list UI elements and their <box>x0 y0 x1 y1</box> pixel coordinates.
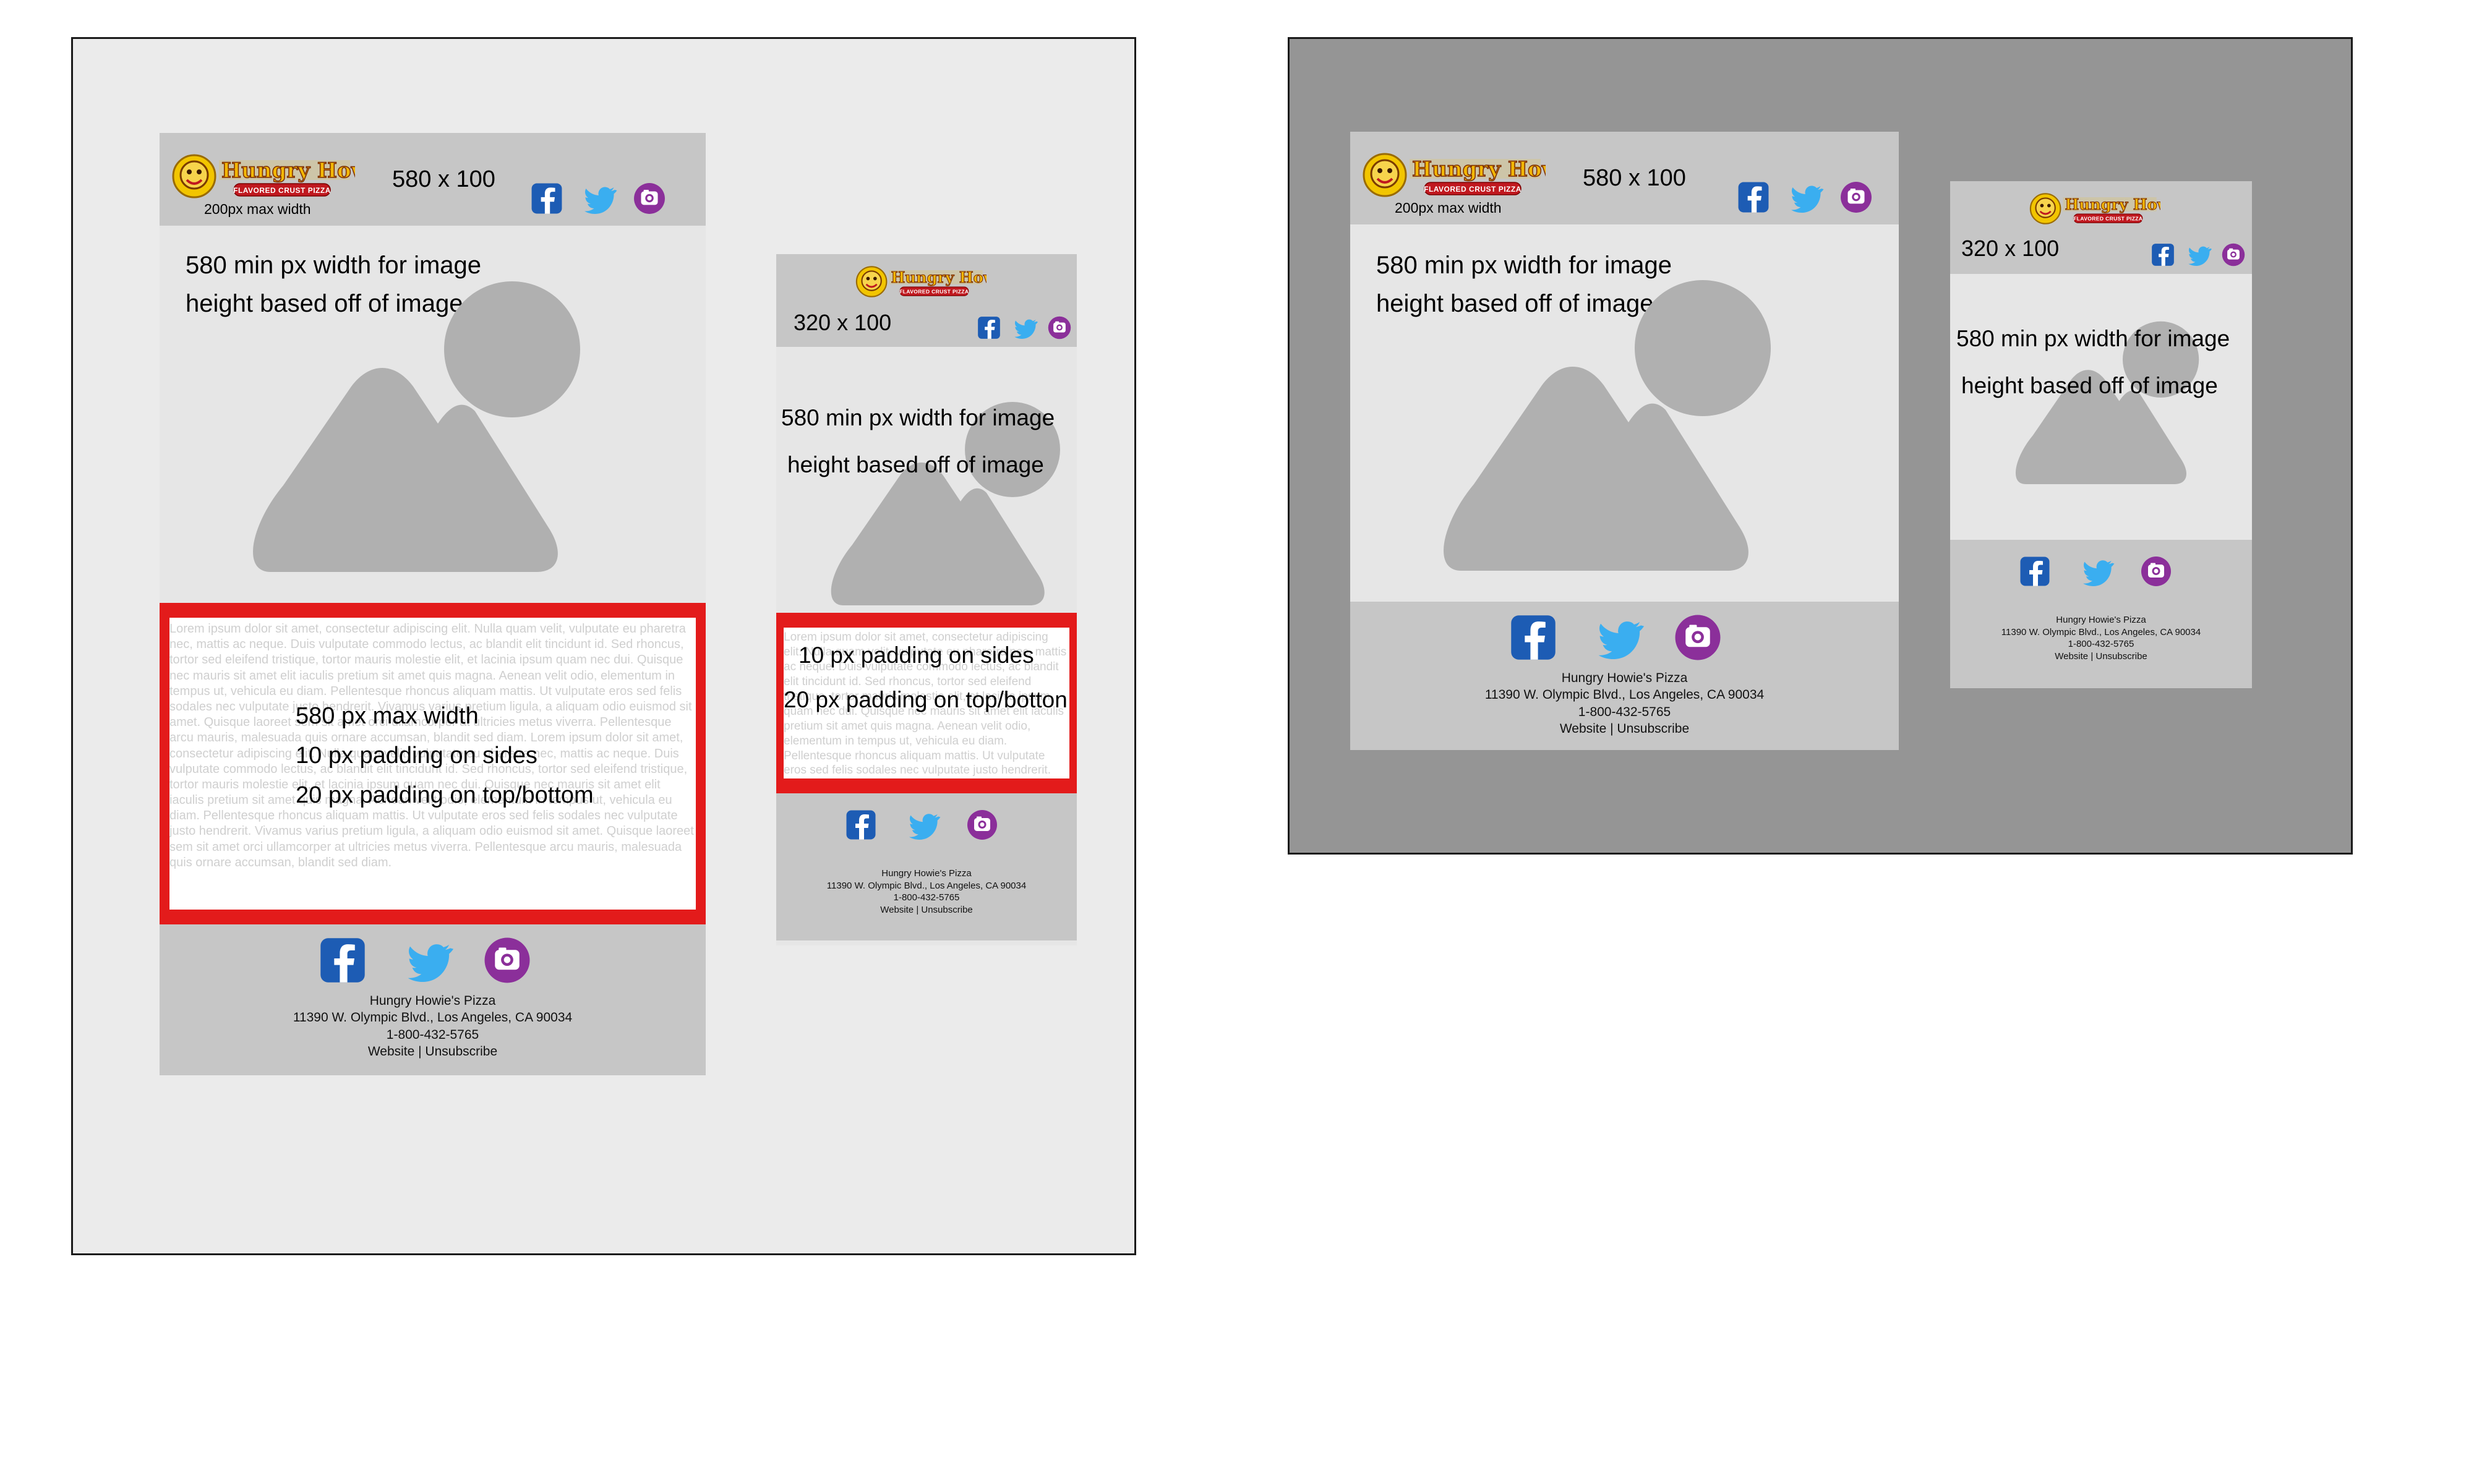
email-mockup-580: 200px max width 580 x 100 580 min px wid… <box>1350 132 1899 750</box>
footer-info: Hungry Howie's Pizza 11390 W. Olympic Bl… <box>776 868 1077 916</box>
facebook-icon[interactable] <box>319 937 366 984</box>
footer-info: Hungry Howie's Pizza 11390 W. Olympic Bl… <box>160 992 706 1060</box>
logo-max-width-label: 200px max width <box>1395 200 1502 216</box>
footer-social-icons <box>2019 556 2172 587</box>
padding-top-bottom-note: 20 px padding on top/bottom <box>296 782 594 808</box>
content-area-highlight: Lorem ipsum dolor sit amet, consectetur … <box>776 613 1077 793</box>
padding-sides-note: 10 px padding on sides <box>798 642 1034 668</box>
footer-info: Hungry Howie's Pizza 11390 W. Olympic Bl… <box>1350 670 1899 737</box>
footer-links[interactable]: Website | Unsubscribe <box>1950 650 2252 663</box>
footer-company: Hungry Howie's Pizza <box>1561 671 1688 685</box>
email-header: 200px max width 580 x 100 <box>160 133 706 226</box>
instagram-icon[interactable] <box>1674 614 1721 661</box>
footer-company: Hungry Howie's Pizza <box>881 868 972 879</box>
footer-company: Hungry Howie's Pizza <box>2056 615 2146 625</box>
image-width-note: 580 min px width for image <box>1956 326 2230 351</box>
twitter-icon[interactable] <box>2187 244 2213 266</box>
footer-links[interactable]: Website | Unsubscribe <box>1350 720 1899 737</box>
footer-links[interactable]: Website | Unsubscribe <box>160 1043 706 1060</box>
footer-info: Hungry Howie's Pizza 11390 W. Olympic Bl… <box>1950 614 2252 662</box>
content-area-highlight: Lorem ipsum dolor sit amet, consectetur … <box>160 603 706 924</box>
footer-links[interactable]: Website | Unsubscribe <box>776 904 1077 916</box>
twitter-icon[interactable] <box>1595 616 1647 659</box>
email-mockup-320: 320 x 100 580 min px width for image hei… <box>1950 181 2252 688</box>
header-size-label: 320 x 100 <box>1961 236 2060 261</box>
instagram-icon[interactable] <box>2222 243 2245 267</box>
footer-phone: 1-800-432-5765 <box>2068 639 2134 649</box>
email-header: 320 x 100 <box>1950 181 2252 274</box>
header-social-icons <box>1737 181 1872 213</box>
instagram-icon[interactable] <box>2141 556 2172 587</box>
footer-address: 11390 W. Olympic Blvd., Los Angeles, CA … <box>826 880 1027 891</box>
twitter-icon[interactable] <box>581 183 620 214</box>
instagram-icon[interactable] <box>633 182 666 215</box>
footer-address: 11390 W. Olympic Blvd., Los Angeles, CA … <box>2001 626 2201 638</box>
header-social-icons <box>531 182 666 215</box>
brand-logo <box>1360 150 1546 200</box>
footer-company: Hungry Howie's Pizza <box>369 994 496 1008</box>
email-footer: Hungry Howie's Pizza 11390 W. Olympic Bl… <box>160 924 706 1075</box>
twitter-icon[interactable] <box>906 810 943 840</box>
padding-top-bottom-note: 20 px padding on top/botton <box>784 687 1068 712</box>
instagram-icon[interactable] <box>1840 181 1872 213</box>
footer-social-icons <box>1510 614 1721 661</box>
twitter-icon[interactable] <box>1013 317 1039 339</box>
footer-social-icons <box>845 809 998 840</box>
layout-panel-light: 200px max width 580 x 100 580 min px wid… <box>71 37 1136 1255</box>
instagram-icon[interactable] <box>484 937 531 984</box>
max-width-note: 580 px max width <box>296 703 479 729</box>
twitter-icon[interactable] <box>2080 556 2117 586</box>
footer-phone: 1-800-432-5765 <box>386 1027 479 1042</box>
image-width-note: 580 min px width for image <box>781 405 1055 430</box>
image-placeholder-icon <box>1418 262 1789 571</box>
twitter-icon[interactable] <box>1788 182 1826 213</box>
facebook-icon[interactable] <box>1510 614 1557 661</box>
email-header: 200px max width 580 x 100 <box>1350 132 1899 224</box>
header-social-icons <box>2151 243 2245 267</box>
facebook-icon[interactable] <box>977 316 1001 339</box>
twitter-icon[interactable] <box>404 939 456 982</box>
email-footer: Hungry Howie's Pizza 11390 W. Olympic Bl… <box>1350 602 1899 750</box>
brand-logo <box>2027 191 2160 226</box>
footer-social-icons <box>319 937 531 984</box>
logo-max-width-label: 200px max width <box>204 201 311 217</box>
email-header: 320 x 100 <box>776 254 1077 347</box>
facebook-icon[interactable] <box>845 809 876 840</box>
instagram-icon[interactable] <box>967 809 998 840</box>
facebook-icon[interactable] <box>2151 243 2175 267</box>
image-placeholder-icon <box>228 263 599 572</box>
email-footer: Hungry Howie's Pizza 11390 W. Olympic Bl… <box>776 793 1077 940</box>
footer-phone: 1-800-432-5765 <box>893 892 960 903</box>
footer-phone: 1-800-432-5765 <box>1578 704 1671 719</box>
email-mockup-320: 320 x 100 580 min px width for image hei… <box>776 254 1077 945</box>
padding-sides-note: 10 px padding on sides <box>296 743 537 769</box>
brand-logo <box>169 151 355 201</box>
header-size-label: 320 x 100 <box>794 310 892 335</box>
brand-logo <box>854 264 987 299</box>
footer-address: 11390 W. Olympic Blvd., Los Angeles, CA … <box>293 1010 573 1025</box>
layout-panel-dark: 200px max width 580 x 100 580 min px wid… <box>1288 37 2353 855</box>
facebook-icon[interactable] <box>2019 556 2050 587</box>
header-social-icons <box>977 316 1071 339</box>
image-height-note: height based off of image <box>1961 373 2218 398</box>
facebook-icon[interactable] <box>531 182 563 215</box>
email-mockup-580: 200px max width 580 x 100 580 min px wid… <box>160 133 706 1075</box>
header-size-label: 580 x 100 <box>1583 165 1686 191</box>
footer-address: 11390 W. Olympic Blvd., Los Angeles, CA … <box>1484 688 1765 702</box>
instagram-icon[interactable] <box>1048 316 1071 339</box>
email-footer: Hungry Howie's Pizza 11390 W. Olympic Bl… <box>1950 540 2252 688</box>
facebook-icon[interactable] <box>1737 181 1770 213</box>
image-height-note: height based off of image <box>787 452 1044 477</box>
header-size-label: 580 x 100 <box>392 166 495 192</box>
